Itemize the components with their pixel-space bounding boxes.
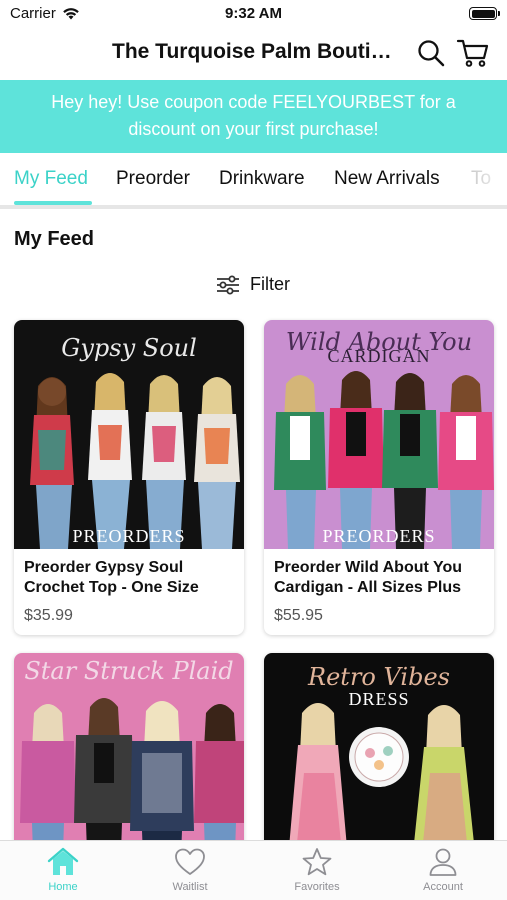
filter-button[interactable]: Filter — [216, 274, 290, 295]
tab-my-feed[interactable]: My Feed — [14, 168, 88, 190]
tabs-fade — [457, 153, 507, 205]
home-icon — [47, 847, 79, 875]
promo-banner-text: Hey hey! Use coupon code FEELYOURBEST fo… — [51, 92, 456, 139]
nav-home[interactable]: Home — [8, 847, 118, 893]
product-price: $35.99 — [24, 607, 73, 624]
battery-icon — [469, 7, 500, 20]
product-image-caption: PREORDERS — [72, 526, 186, 546]
product-card[interactable]: Gypsy Soul PREORDERS Preorder Gypsy Soul… — [14, 320, 244, 635]
product-image-script-text: Gypsy Soul — [61, 334, 197, 362]
tab-new-arrivals[interactable]: New Arrivals — [334, 168, 440, 190]
nav-label-home: Home — [48, 881, 78, 893]
product-image[interactable]: Wild About You CARDIGAN PREORDERS — [264, 320, 494, 549]
product-image-script-text: Star Struck Plaid — [24, 657, 234, 685]
cart-icon — [456, 39, 489, 67]
product-name: Preorder Wild About You Cardigan - All S… — [274, 559, 463, 596]
product-info: Preorder Wild About You Cardigan - All S… — [264, 549, 494, 635]
search-button[interactable] — [416, 38, 446, 68]
status-bar: Carrier 9:32 AM — [0, 0, 507, 28]
product-name: Preorder Gypsy Soul Crochet Top - One Si… — [24, 559, 199, 596]
tab-drinkware[interactable]: Drinkware — [219, 168, 305, 190]
star-icon — [302, 848, 332, 876]
bottom-nav: Home Waitlist Favorites Account — [0, 840, 507, 900]
nav-favorites[interactable]: Favorites — [262, 847, 372, 893]
nav-label-account: Account — [423, 881, 463, 893]
nav-account[interactable]: Account — [388, 847, 498, 893]
nav-label-favorites: Favorites — [294, 881, 340, 893]
status-time: 9:32 AM — [225, 5, 282, 22]
product-image-caption: PREORDERS — [322, 526, 436, 546]
filter-icon — [217, 275, 239, 294]
category-tabs: My Feed Preorder Drinkware New Arrivals … — [0, 153, 507, 209]
product-image-caption-top: CARDIGAN — [327, 346, 431, 366]
search-icon — [418, 40, 445, 67]
product-image-script-text: Retro Vibes — [308, 663, 450, 691]
store-title: The Turquoise Palm Boutique — [112, 40, 402, 63]
app-header: The Turquoise Palm Boutique — [0, 30, 507, 76]
person-icon — [429, 848, 457, 876]
tab-preorder[interactable]: Preorder — [116, 168, 190, 190]
section-title: My Feed — [14, 228, 95, 250]
nav-waitlist[interactable]: Waitlist — [135, 847, 245, 893]
nav-label-waitlist: Waitlist — [172, 881, 208, 893]
product-image[interactable]: Gypsy Soul PREORDERS — [14, 320, 244, 549]
product-image-caption-top: DRESS — [348, 689, 410, 709]
cart-button[interactable] — [456, 38, 490, 68]
promo-banner[interactable]: Hey hey! Use coupon code FEELYOURBEST fo… — [0, 80, 507, 153]
heart-icon — [175, 848, 205, 875]
filter-label: Filter — [250, 274, 290, 294]
tab-active-indicator — [14, 201, 92, 205]
product-price: $55.95 — [274, 607, 323, 624]
product-card[interactable]: Wild About You CARDIGAN PREORDERS Preord… — [264, 320, 494, 635]
product-info: Preorder Gypsy Soul Crochet Top - One Si… — [14, 549, 244, 635]
